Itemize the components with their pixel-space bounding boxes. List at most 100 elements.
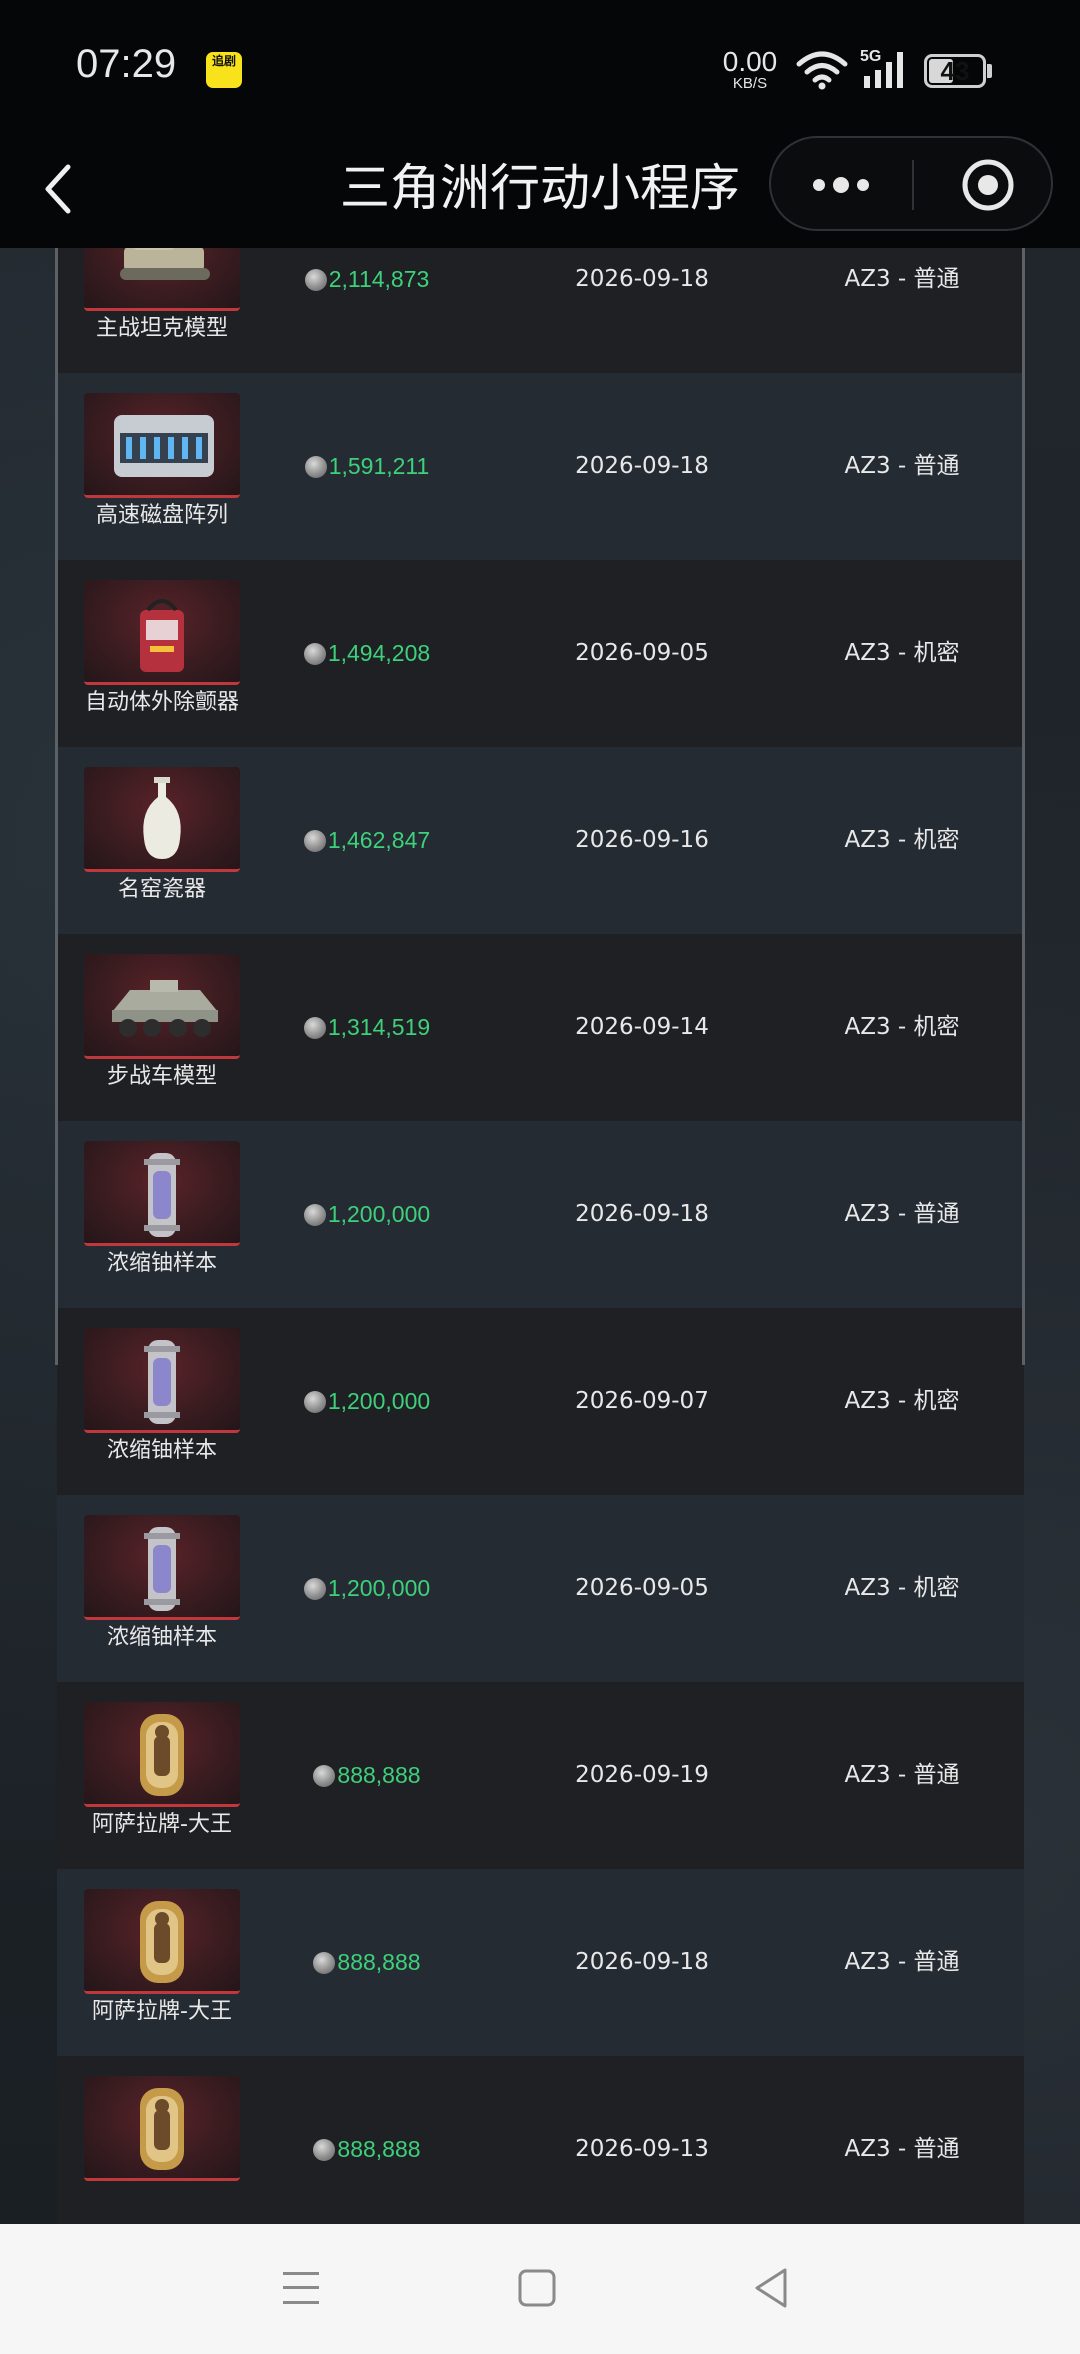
map-zone: AZ3 - 普通 <box>844 2136 960 2162</box>
battery-percent: 43 <box>940 56 970 86</box>
item-price: 1,462,847 <box>257 825 477 855</box>
item-name: 浓缩铀样本 <box>106 1625 217 1650</box>
map-zone: AZ3 - 机密 <box>844 827 960 853</box>
item-name: 主战坦克模型 <box>95 316 228 341</box>
list-border-left <box>55 248 58 1365</box>
trade-date: 2026-09-18 <box>575 453 709 479</box>
trade-row[interactable]: 主战坦克模型 2,114,873 2026-09-18 AZ3 - 普通 <box>57 248 1024 373</box>
trade-record-list: 主战坦克模型 2,114,873 2026-09-18 AZ3 - 普通 高速磁盘阵列 1… <box>57 248 1024 2224</box>
map-zone: AZ3 - 机密 <box>844 640 960 666</box>
item-price: 1,591,211 <box>257 451 477 481</box>
price-value: 1,462,847 <box>327 827 431 853</box>
trade-date: 2026-09-13 <box>575 2136 709 2162</box>
mini-program-nav-bar: 三角洲行动小程序 <box>0 135 1080 248</box>
item-name: 自动体外除颤器 <box>84 690 239 715</box>
price-value: 1,314,519 <box>327 1014 431 1040</box>
trade-row[interactable]: 浓缩铀样本 1,200,000 2026-09-18 AZ3 - 普通 <box>57 1121 1024 1308</box>
uranium-sample-icon <box>84 1515 240 1620</box>
cellular-signal-icon: 5G <box>860 48 903 88</box>
item-price: 1,200,000 <box>257 1573 477 1603</box>
trade-date: 2026-09-18 <box>575 1949 709 1975</box>
item-name: 浓缩铀样本 <box>106 1438 217 1463</box>
trade-date: 2026-09-18 <box>575 1201 709 1227</box>
coin-icon <box>303 1017 326 1039</box>
coin-icon <box>313 2139 336 2161</box>
network-type: 5G <box>860 48 881 65</box>
map-zone: AZ3 - 机密 <box>844 1014 960 1040</box>
trade-date: 2026-09-07 <box>575 1388 709 1414</box>
item-name: 浓缩铀样本 <box>106 1251 217 1276</box>
back-triangle-icon[interactable] <box>751 2266 791 2310</box>
trade-date: 2026-09-19 <box>575 1762 709 1788</box>
coin-icon <box>313 1952 336 1974</box>
item-name: 阿萨拉牌-大王 <box>92 1812 232 1837</box>
trade-row[interactable]: 浓缩铀样本 1,200,000 2026-09-07 AZ3 - 机密 <box>57 1308 1024 1495</box>
trade-row[interactable]: 888,888 2026-09-13 AZ3 - 普通 <box>57 2056 1024 2224</box>
item-price: 888,888 <box>257 1947 477 1977</box>
porcelain-vase-icon <box>84 767 240 872</box>
trade-row[interactable]: 名窑瓷器 1,462,847 2026-09-16 AZ3 - 机密 <box>57 747 1024 934</box>
status-bar: 07:29 追剧 0.00 KB/S 5G 43 <box>0 0 1080 135</box>
map-zone: AZ3 - 机密 <box>844 1575 960 1601</box>
map-zone: AZ3 - 普通 <box>844 1762 960 1788</box>
coin-icon <box>304 456 327 478</box>
item-price: 2,114,873 <box>257 264 477 294</box>
price-value: 1,494,208 <box>327 640 431 666</box>
mini-program-capsule <box>769 136 1053 231</box>
trade-row[interactable]: 浓缩铀样本 1,200,000 2026-09-05 AZ3 - 机密 <box>57 1495 1024 1682</box>
price-value: 888,888 <box>337 1949 421 1975</box>
item-price: 1,200,000 <box>257 1199 477 1229</box>
item-price: 888,888 <box>257 2134 477 2164</box>
network-speed: 0.00 KB/S <box>722 48 778 92</box>
trade-row[interactable]: 高速磁盘阵列 1,591,211 2026-09-18 AZ3 - 普通 <box>57 373 1024 560</box>
map-zone: AZ3 - 机密 <box>844 1388 960 1414</box>
disk-array-icon <box>84 393 240 498</box>
trade-row[interactable]: 阿萨拉牌-大王 888,888 2026-09-19 AZ3 - 普通 <box>57 1682 1024 1869</box>
trade-row[interactable]: 自动体外除颤器 1,494,208 2026-09-05 AZ3 - 机密 <box>57 560 1024 747</box>
item-price: 888,888 <box>257 1760 477 1790</box>
asala-card-icon <box>84 1702 240 1807</box>
coin-icon <box>303 1391 326 1413</box>
net-speed-value: 0.00 <box>722 46 778 77</box>
asala-card-icon <box>84 1889 240 1994</box>
home-square-icon[interactable] <box>517 2268 557 2308</box>
capsule-divider <box>912 160 914 210</box>
status-time: 07:29 <box>76 42 177 86</box>
uranium-sample-icon <box>84 1141 240 1246</box>
coin-icon <box>303 1578 326 1600</box>
tank-model-icon <box>84 248 240 311</box>
defibrillator-icon <box>84 580 240 685</box>
trade-row[interactable]: 阿萨拉牌-大王 888,888 2026-09-18 AZ3 - 普通 <box>57 1869 1024 2056</box>
map-zone: AZ3 - 普通 <box>844 266 960 292</box>
price-value: 1,200,000 <box>327 1388 431 1414</box>
list-border-right <box>1022 248 1025 1365</box>
net-speed-unit: KB/S <box>732 75 768 92</box>
item-price: 1,200,000 <box>257 1386 477 1416</box>
menu-icon[interactable] <box>281 2268 321 2308</box>
price-value: 2,114,873 <box>328 266 430 292</box>
coin-icon <box>303 1204 326 1226</box>
uranium-sample-icon <box>84 1328 240 1433</box>
trade-date: 2026-09-18 <box>575 266 709 292</box>
battery-icon: 43 <box>924 54 986 88</box>
item-name: 高速磁盘阵列 <box>95 503 228 528</box>
map-zone: AZ3 - 普通 <box>844 453 960 479</box>
more-dots-icon[interactable] <box>811 174 871 196</box>
map-zone: AZ3 - 普通 <box>844 1201 960 1227</box>
item-price: 1,494,208 <box>257 638 477 668</box>
trade-row[interactable]: 步战车模型 1,314,519 2026-09-14 AZ3 - 机密 <box>57 934 1024 1121</box>
price-value: 888,888 <box>337 1762 421 1788</box>
page-title: 三角洲行动小程序 <box>340 159 740 217</box>
item-price: 1,314,519 <box>257 1012 477 1042</box>
coin-icon <box>303 830 326 852</box>
price-value: 1,591,211 <box>328 453 430 479</box>
price-value: 1,200,000 <box>327 1575 431 1601</box>
trade-date: 2026-09-14 <box>575 1014 709 1040</box>
coin-icon <box>313 1765 336 1787</box>
chevron-left-icon[interactable] <box>38 159 78 219</box>
app-badge-label: 追剧 <box>211 54 236 68</box>
coin-icon <box>303 643 326 665</box>
target-circle-icon[interactable] <box>960 157 1016 213</box>
wifi-icon <box>796 51 848 90</box>
coin-icon <box>304 269 327 291</box>
